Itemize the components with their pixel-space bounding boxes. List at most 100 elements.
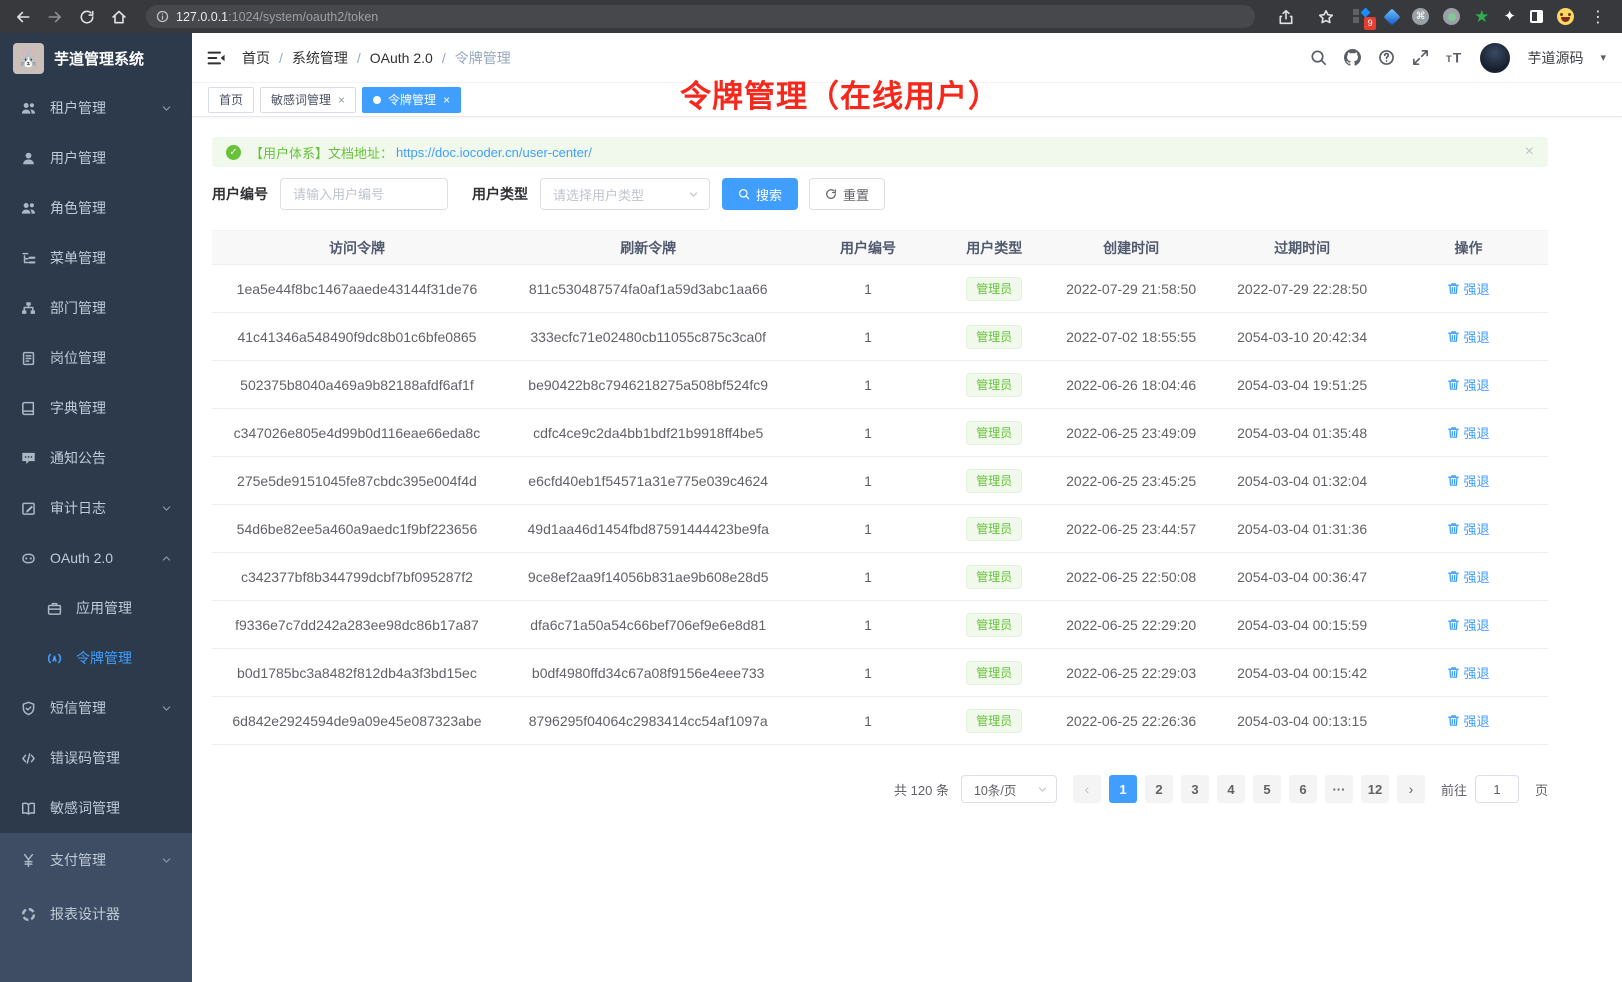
user-type-badge: 管理员 bbox=[966, 613, 1022, 637]
column-header: 访问令牌 bbox=[212, 231, 502, 265]
forward-icon[interactable] bbox=[42, 4, 68, 30]
user-id-cell: 1 bbox=[794, 361, 941, 409]
refresh-token-cell: 811c530487574fa0af1a59d3abc1aa66 bbox=[502, 265, 795, 313]
user-id-input[interactable] bbox=[280, 178, 448, 210]
expire-time-cell: 2054-03-04 00:15:42 bbox=[1215, 649, 1389, 697]
app-logo[interactable]: 🐰 芋道管理系统 bbox=[0, 33, 192, 83]
site-info-icon[interactable] bbox=[156, 10, 169, 23]
sidebar-item-post[interactable]: 岗位管理 bbox=[0, 333, 192, 383]
side-panel-icon[interactable] bbox=[1530, 10, 1543, 23]
goto-page-input[interactable] bbox=[1475, 775, 1519, 803]
tab-home[interactable]: 首页 bbox=[208, 87, 254, 113]
force-logout-button[interactable]: 强退 bbox=[1447, 375, 1489, 394]
refresh-icon[interactable] bbox=[74, 4, 100, 30]
page-button-2[interactable]: 2 bbox=[1145, 775, 1173, 803]
table-row: c342377bf8b344799dcbf7bf095287f29ce8ef2a… bbox=[212, 553, 1548, 601]
sidebar-item-role[interactable]: 角色管理 bbox=[0, 183, 192, 233]
close-icon[interactable]: × bbox=[443, 94, 450, 106]
alert-link[interactable]: https://doc.iocoder.cn/user-center/ bbox=[396, 145, 592, 160]
force-logout-button[interactable]: 强退 bbox=[1447, 519, 1489, 538]
sidebar-item-dept[interactable]: 部门管理 bbox=[0, 283, 192, 333]
back-icon[interactable] bbox=[10, 4, 36, 30]
user-type-label: 用户类型 bbox=[472, 184, 528, 204]
sidebar-item-dict[interactable]: 字典管理 bbox=[0, 383, 192, 433]
star-extension-icon[interactable]: ★ bbox=[1474, 8, 1489, 25]
force-logout-button[interactable]: 强退 bbox=[1447, 711, 1489, 730]
github-icon[interactable] bbox=[1344, 49, 1361, 66]
breadcrumb-item[interactable]: 首页 bbox=[242, 48, 270, 68]
page-button-5[interactable]: 5 bbox=[1253, 775, 1281, 803]
sidebar-item-oauth2-app[interactable]: 应用管理 bbox=[0, 583, 192, 633]
page-button-1[interactable]: 1 bbox=[1109, 775, 1137, 803]
search-icon[interactable] bbox=[1310, 49, 1327, 66]
sidebar-toggle-icon[interactable] bbox=[206, 48, 226, 68]
address-bar[interactable]: 127.0.0.1:1024/system/oauth2/token bbox=[146, 5, 1255, 28]
force-logout-button[interactable]: 强退 bbox=[1447, 279, 1489, 298]
force-logout-button[interactable]: 强退 bbox=[1447, 615, 1489, 634]
sidebar-item-audit-log[interactable]: 审计日志 bbox=[0, 483, 192, 533]
close-icon[interactable]: × bbox=[1525, 144, 1534, 160]
force-logout-button[interactable]: 强退 bbox=[1447, 567, 1489, 586]
created-time-cell: 2022-06-25 22:26:36 bbox=[1047, 697, 1215, 745]
sidebar-item-report[interactable]: 报表设计器 bbox=[0, 887, 192, 941]
sidebar-item-pay[interactable]: 支付管理 bbox=[0, 833, 192, 887]
avatar[interactable] bbox=[1480, 43, 1510, 73]
home-icon[interactable] bbox=[106, 4, 132, 30]
puzzle-extension-icon[interactable]: ✦ bbox=[1503, 9, 1516, 24]
user-type-select[interactable]: 请选择用户类型 bbox=[540, 178, 710, 210]
refresh-token-cell: b0df4980ffd34c67a08f9156e4eee733 bbox=[502, 649, 795, 697]
page-button-6[interactable]: 6 bbox=[1289, 775, 1317, 803]
browser-menu-icon[interactable]: ⋮ bbox=[1588, 7, 1608, 27]
sidebar-item-error-code[interactable]: 错误码管理 bbox=[0, 733, 192, 783]
page-button-3[interactable]: 3 bbox=[1181, 775, 1209, 803]
force-logout-button[interactable]: 强退 bbox=[1447, 471, 1489, 490]
force-logout-button[interactable]: 强退 bbox=[1447, 423, 1489, 442]
action-cell: 强退 bbox=[1389, 265, 1548, 313]
annotation-overlay: 令牌管理（在线用户） bbox=[680, 71, 1000, 116]
page-button-4[interactable]: 4 bbox=[1217, 775, 1245, 803]
user-type-cell: 管理员 bbox=[941, 457, 1047, 505]
emoji-extension-icon[interactable] bbox=[1557, 8, 1574, 25]
font-size-icon[interactable]: TT bbox=[1446, 49, 1463, 66]
sidebar-item-user[interactable]: 用户管理 bbox=[0, 133, 192, 183]
next-page-button[interactable]: › bbox=[1397, 775, 1425, 803]
total-count: 共 120 条 bbox=[894, 780, 949, 799]
trash-icon bbox=[1447, 330, 1460, 343]
tab-group-extension-icon[interactable]: 9 bbox=[1353, 8, 1372, 26]
sidebar-item-menu[interactable]: 菜单管理 bbox=[0, 233, 192, 283]
command-extension-icon[interactable]: ⌘ bbox=[1412, 8, 1429, 25]
breadcrumb-item[interactable]: OAuth 2.0 bbox=[370, 50, 433, 66]
more-pages-button[interactable]: ··· bbox=[1325, 775, 1353, 803]
page-button-12[interactable]: 12 bbox=[1361, 775, 1389, 803]
chevron-down-icon[interactable]: ▾ bbox=[1600, 51, 1606, 64]
sidebar-item-notice[interactable]: 通知公告 bbox=[0, 433, 192, 483]
recorder-extension-icon[interactable] bbox=[1443, 8, 1460, 25]
bookmark-star-icon[interactable] bbox=[1313, 4, 1339, 30]
sidebar-item-oauth2[interactable]: OAuth 2.0 bbox=[0, 533, 192, 583]
force-logout-button[interactable]: 强退 bbox=[1447, 327, 1489, 346]
username[interactable]: 芋道源码 bbox=[1527, 48, 1583, 68]
sidebar-item-oauth2-token[interactable]: 令牌管理 bbox=[0, 633, 192, 683]
table-row: f9336e7c7dd242a283ee98dc86b17a87dfa6c71a… bbox=[212, 601, 1548, 649]
user-icon bbox=[20, 150, 36, 166]
share-icon[interactable] bbox=[1273, 4, 1299, 30]
gem-extension-icon[interactable] bbox=[1384, 8, 1401, 25]
sidebar-item-tenant[interactable]: 租户管理 bbox=[0, 83, 192, 133]
tab-token[interactable]: 令牌管理× bbox=[362, 87, 461, 113]
role-icon bbox=[20, 200, 36, 216]
breadcrumb-separator: / bbox=[357, 50, 361, 66]
prev-page-button[interactable]: ‹ bbox=[1073, 775, 1101, 803]
search-button[interactable]: 搜索 bbox=[722, 178, 798, 210]
sidebar-item-sms[interactable]: 短信管理 bbox=[0, 683, 192, 733]
close-icon[interactable]: × bbox=[338, 94, 345, 106]
help-icon[interactable] bbox=[1378, 49, 1395, 66]
force-logout-button[interactable]: 强退 bbox=[1447, 663, 1489, 682]
breadcrumb-item[interactable]: 系统管理 bbox=[292, 48, 348, 68]
sidebar-item-sensitive[interactable]: 敏感词管理 bbox=[0, 783, 192, 833]
fullscreen-icon[interactable] bbox=[1412, 49, 1429, 66]
page-size-select[interactable]: 10条/页 bbox=[961, 775, 1057, 803]
reset-button[interactable]: 重置 bbox=[809, 178, 885, 210]
active-tab-dot bbox=[373, 96, 381, 104]
tab-sensitive-word[interactable]: 敏感词管理× bbox=[260, 87, 356, 113]
sidebar-item-label: 支付管理 bbox=[50, 850, 106, 870]
